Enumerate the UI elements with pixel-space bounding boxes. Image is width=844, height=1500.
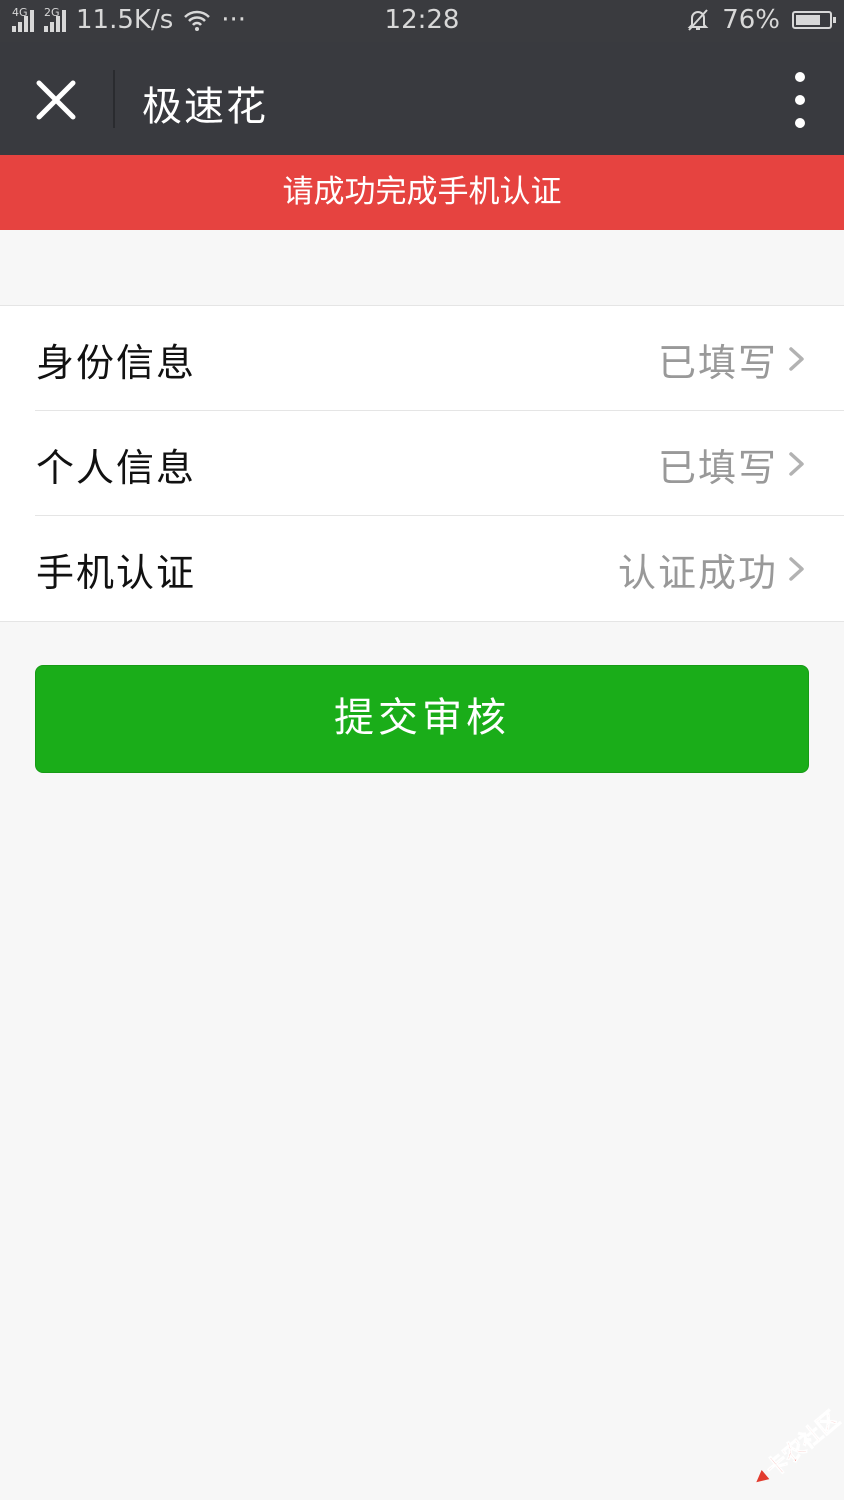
chevron-right-icon: [789, 347, 804, 371]
list-item-phone[interactable]: 手机认证 认证成功: [0, 516, 844, 621]
bell-off-icon: [687, 9, 709, 31]
close-button[interactable]: [22, 66, 90, 134]
status-right: 76%: [686, 5, 836, 35]
watermark-logo: 卡农社区: [756, 1408, 844, 1483]
battery-percent: 76%: [722, 5, 780, 35]
list-item-label: 手机认证: [36, 551, 197, 595]
chevron-right-icon: [789, 557, 804, 581]
battery-icon: [792, 11, 836, 29]
verification-list: 身份信息 已填写 个人信息 已填写 手机认证 认证成功: [0, 305, 844, 622]
submit-review-button[interactable]: 提交审核: [35, 665, 809, 773]
list-item-status: 已填写: [657, 341, 778, 385]
chevron-right-icon: [789, 452, 804, 476]
list-item-label: 个人信息: [36, 446, 197, 490]
more-button[interactable]: [788, 72, 812, 128]
list-item-status: 认证成功: [617, 551, 778, 595]
svg-text:卡农社区: 卡农社区: [761, 1408, 844, 1483]
navigation-bar: 极速花: [0, 42, 844, 155]
list-item-status: 已填写: [657, 446, 778, 490]
more-vertical-icon: [795, 72, 805, 82]
nav-divider: [113, 70, 115, 128]
page-title: 极速花: [142, 84, 268, 130]
status-bar: 4G 2G 11.5K/s ··· 12:28 76%: [0, 0, 844, 42]
list-item-label: 身份信息: [36, 341, 197, 385]
list-item-identity[interactable]: 身份信息 已填写: [0, 306, 844, 411]
close-icon: [36, 80, 76, 120]
list-item-personal[interactable]: 个人信息 已填写: [0, 411, 844, 516]
alert-banner: 请成功完成手机认证: [0, 155, 844, 230]
